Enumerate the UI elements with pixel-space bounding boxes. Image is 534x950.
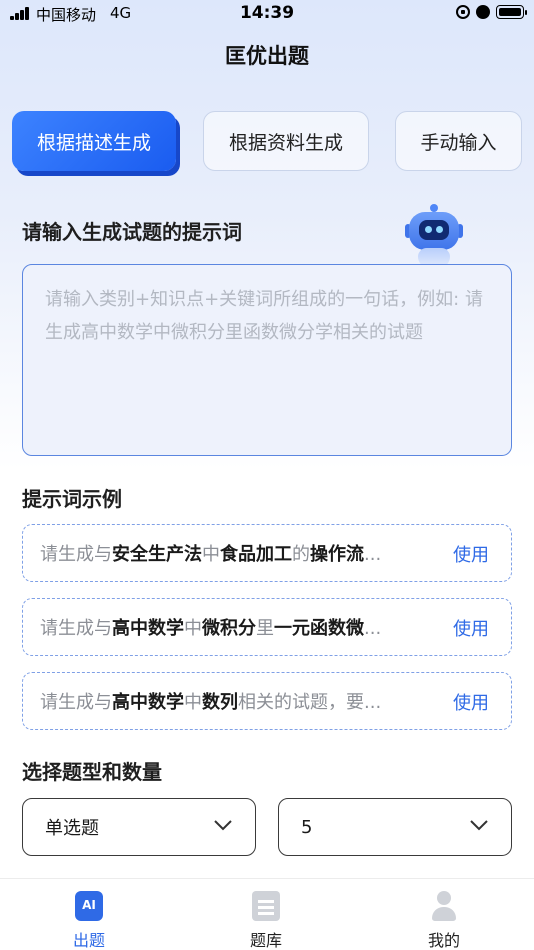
- example-item: 请生成与高中数学中微积分里一元函数微... 使用: [22, 598, 512, 656]
- use-example-button[interactable]: 使用: [453, 689, 489, 715]
- question-bank-icon: [252, 891, 280, 921]
- use-example-button[interactable]: 使用: [453, 615, 489, 641]
- tab-label: 根据资料生成: [228, 131, 343, 154]
- examples-section-title: 提示词示例: [22, 487, 122, 511]
- example-text: 请生成与高中数学中微积分里一元函数微...: [40, 618, 382, 639]
- tab-material-generate[interactable]: 根据资料生成: [203, 111, 369, 171]
- tab-manual-input[interactable]: 手动输入: [395, 111, 522, 171]
- status-bar: 中国移动 4G 14:39: [0, 0, 534, 28]
- example-text: 请生成与高中数学中数列相关的试题，要...: [40, 692, 382, 713]
- prompt-placeholder: 请输入类别+知识点+关键词所组成的一句话，例如: 请生成高中数学中微积分里函数微…: [45, 289, 483, 343]
- robot-mascot-icon: [405, 204, 463, 268]
- chevron-down-icon: [470, 820, 488, 831]
- nav-label: 题库: [249, 931, 282, 950]
- status-time: 14:39: [239, 3, 295, 23]
- prompt-input[interactable]: 请输入类别+知识点+关键词所组成的一句话，例如: 请生成高中数学中微积分里函数微…: [22, 264, 512, 456]
- bottom-nav: AI 出题 题库 我的: [0, 878, 534, 950]
- rotation-lock-icon: [456, 5, 470, 19]
- nav-label: 出题: [72, 931, 105, 950]
- nav-item-question-bank[interactable]: 题库: [226, 887, 306, 950]
- profile-icon: [430, 891, 458, 921]
- nav-item-profile[interactable]: 我的: [404, 887, 484, 950]
- battery-icon: [496, 5, 527, 19]
- page-title: 匡优出题: [225, 44, 309, 68]
- ai-icon: AI: [75, 891, 103, 921]
- chevron-down-icon: [214, 820, 232, 831]
- question-type-value: 单选题: [45, 818, 99, 839]
- alarm-icon: [476, 5, 490, 19]
- nav-item-generate[interactable]: AI 出题: [49, 887, 129, 950]
- question-type-select[interactable]: 单选题: [22, 798, 256, 856]
- tab-label: 根据描述生成: [36, 131, 151, 154]
- nav-label: 我的: [427, 931, 460, 950]
- question-count-select[interactable]: 5: [278, 798, 512, 856]
- question-settings-title: 选择题型和数量: [22, 760, 162, 784]
- tab-label: 手动输入: [420, 131, 497, 154]
- use-example-button[interactable]: 使用: [453, 541, 489, 567]
- tab-describe-generate[interactable]: 根据描述生成: [12, 111, 176, 171]
- prompt-section-title: 请输入生成试题的提示词: [22, 220, 242, 244]
- question-count-value: 5: [301, 816, 313, 838]
- example-item: 请生成与高中数学中数列相关的试题，要... 使用: [22, 672, 512, 730]
- example-text: 请生成与安全生产法中食品加工的操作流...: [40, 544, 382, 565]
- example-item: 请生成与安全生产法中食品加工的操作流... 使用: [22, 524, 512, 582]
